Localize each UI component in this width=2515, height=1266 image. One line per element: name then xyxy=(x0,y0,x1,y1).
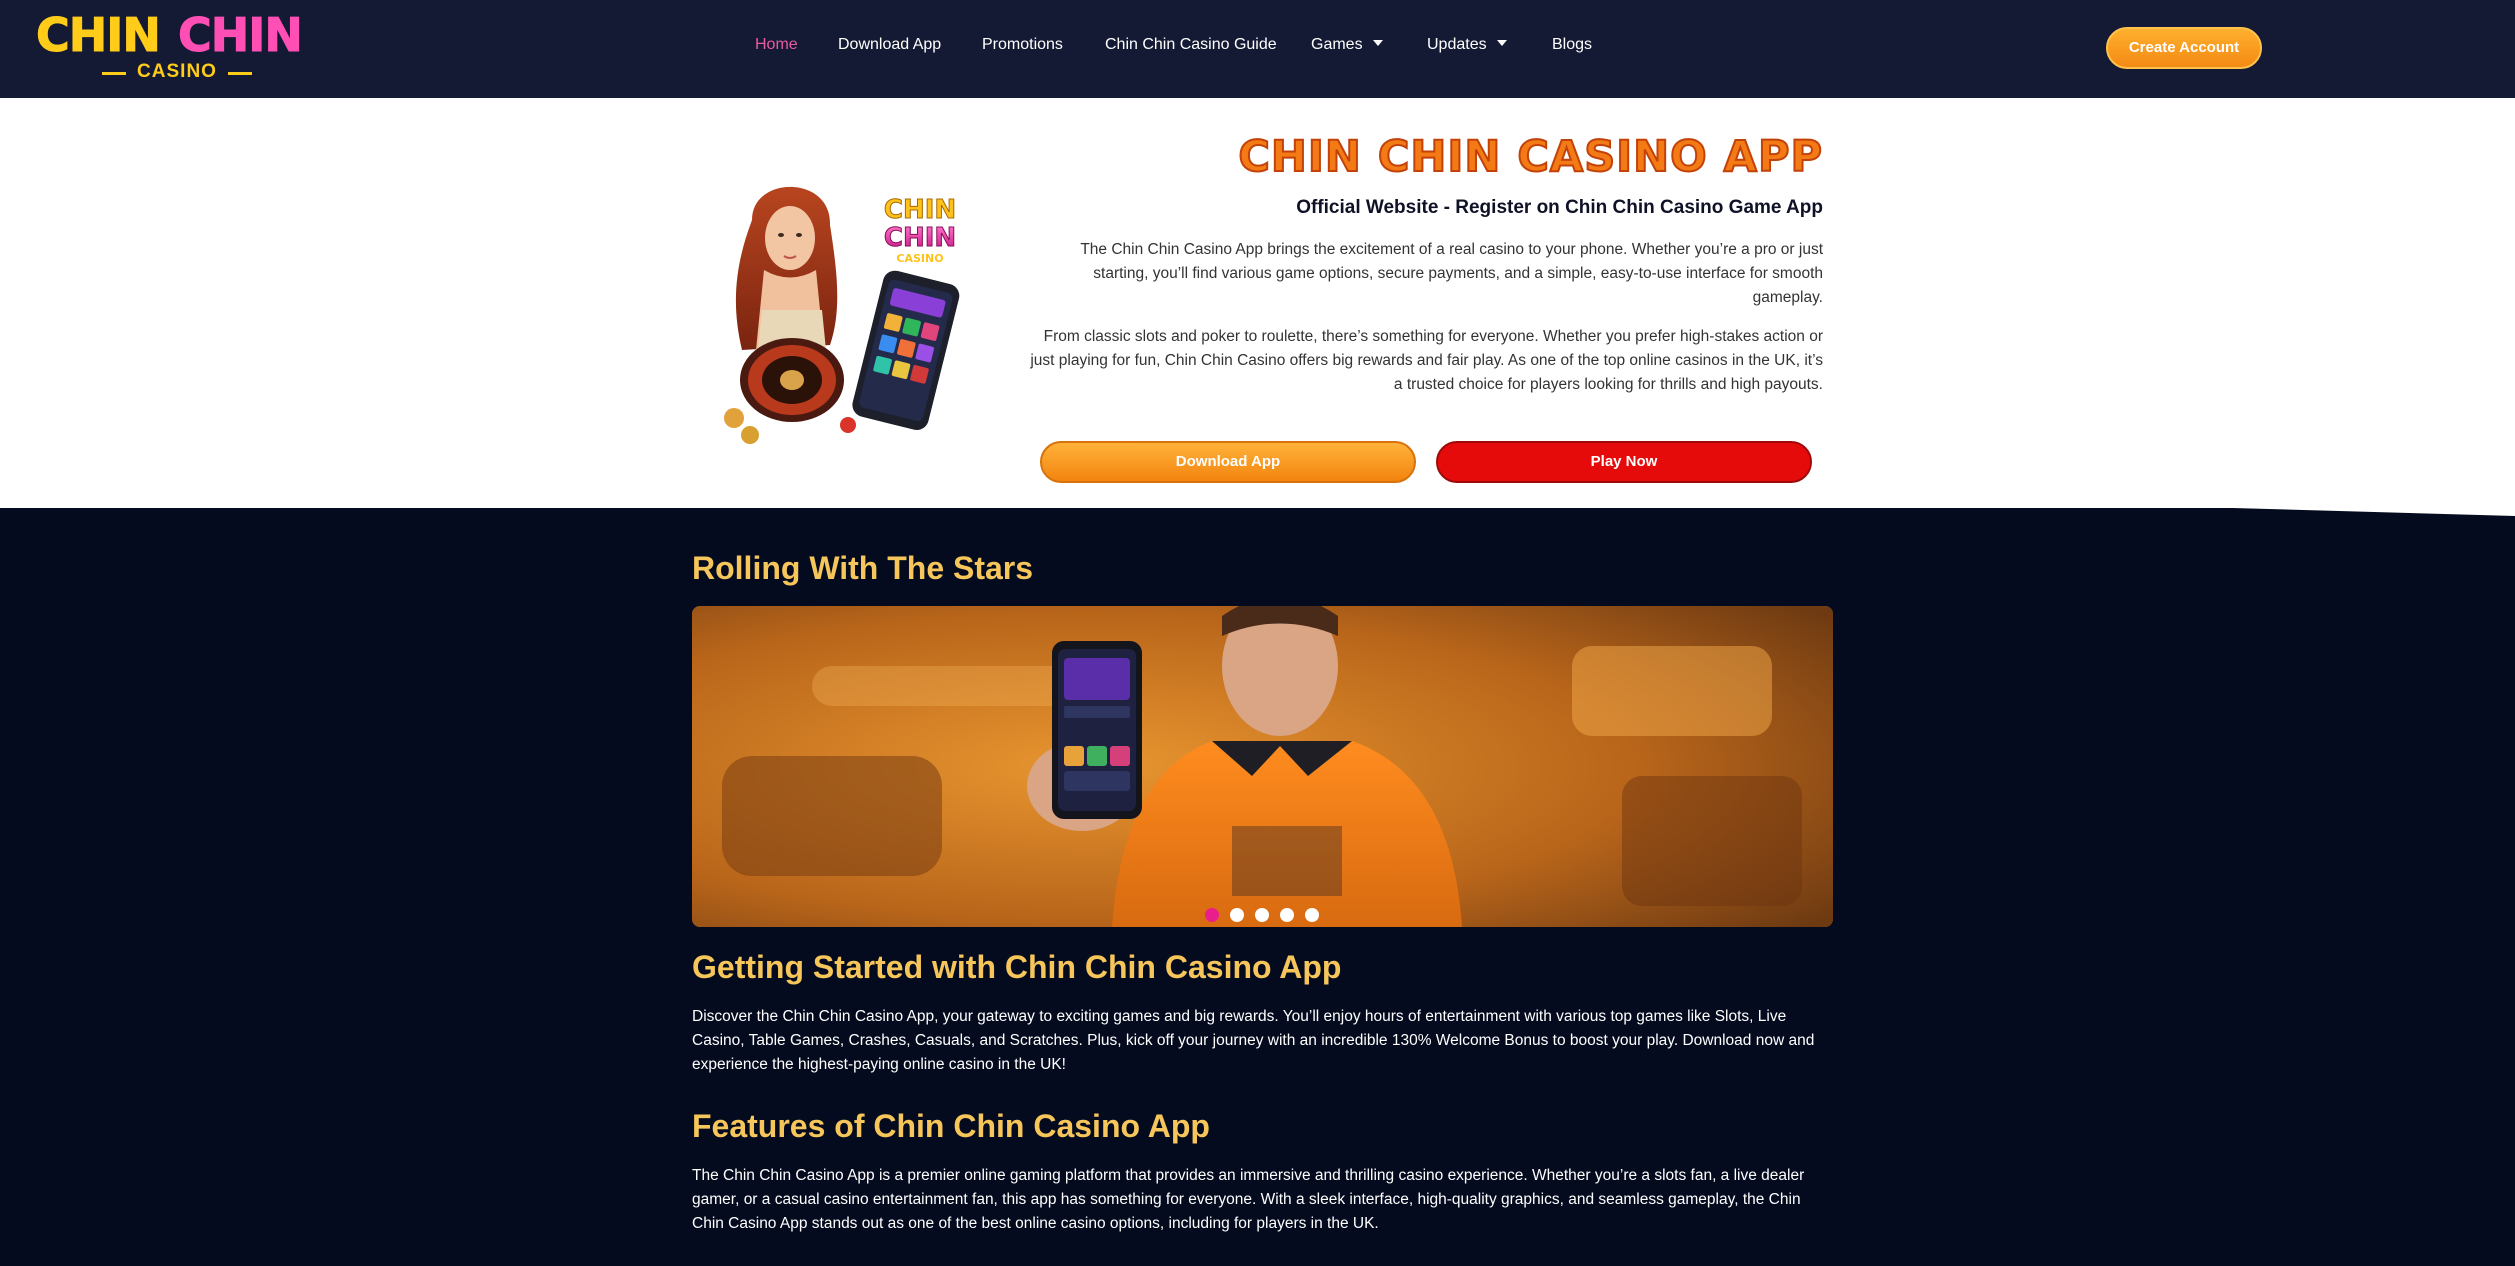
nav-item-download-app[interactable]: Download App xyxy=(838,36,941,54)
play-now-button[interactable]: Play Now xyxy=(1436,441,1812,483)
features-text: The Chin Chin Casino App is a premier on… xyxy=(692,1167,1805,1232)
hero-title: CHIN CHIN CASINO APP xyxy=(1237,131,1823,183)
hero-paragraph-2: From classic slots and poker to roulette… xyxy=(1030,328,1823,393)
stars-carousel[interactable] xyxy=(692,606,1833,927)
getting-started-heading: Getting Started with Chin Chin Casino Ap… xyxy=(692,949,1342,985)
getting-started-text: Discover the Chin Chin Casino App, your … xyxy=(692,1008,1815,1073)
carousel-dot-5[interactable] xyxy=(1305,908,1319,922)
create-account-button[interactable]: Create Account xyxy=(2106,27,2262,69)
download-app-button[interactable]: Download App xyxy=(1040,441,1416,483)
nav-item-home[interactable]: Home xyxy=(755,36,798,54)
carousel-dot-3[interactable] xyxy=(1255,908,1269,922)
chevron-down-icon xyxy=(1372,40,1383,46)
logo-word-2: CHIN xyxy=(178,8,304,62)
hero-paragraph-1: The Chin Chin Casino App brings the exci… xyxy=(1080,241,1823,306)
carousel-dot-2[interactable] xyxy=(1230,908,1244,922)
logo-subtitle: CASINO xyxy=(102,61,252,83)
hero-illustration: CHIN CHIN CASINO xyxy=(724,186,960,444)
nav-item-games[interactable]: Games xyxy=(1311,36,1383,54)
top-navbar: CHIN CHIN CASINO Home Download App Promo… xyxy=(0,0,2515,98)
carousel-dot-4[interactable] xyxy=(1280,908,1294,922)
logo-word-1: CHIN xyxy=(36,8,162,62)
chevron-down-icon xyxy=(1496,40,1507,46)
nav-item-updates[interactable]: Updates xyxy=(1427,36,1507,54)
nav-item-blogs[interactable]: Blogs xyxy=(1552,36,1592,54)
carousel-slide-image xyxy=(692,606,1833,927)
stars-heading: Rolling With The Stars xyxy=(692,550,1034,586)
carousel-dot-1[interactable] xyxy=(1205,908,1219,922)
hero-subtitle: Official Website - Register on Chin Chin… xyxy=(1296,197,1823,218)
nav-item-games-label: Games xyxy=(1311,36,1363,53)
svg-text:CHIN: CHIN xyxy=(884,223,956,253)
features-heading: Features of Chin Chin Casino App xyxy=(692,1108,1210,1144)
nav-item-updates-label: Updates xyxy=(1427,36,1487,53)
svg-text:CHIN: CHIN xyxy=(884,195,956,225)
site-logo[interactable]: CHIN CHIN CASINO xyxy=(36,8,318,83)
nav-item-casino-guide[interactable]: Chin Chin Casino Guide xyxy=(1105,36,1277,54)
svg-text:CASINO: CASINO xyxy=(896,252,943,265)
nav-item-promotions[interactable]: Promotions xyxy=(982,36,1063,54)
